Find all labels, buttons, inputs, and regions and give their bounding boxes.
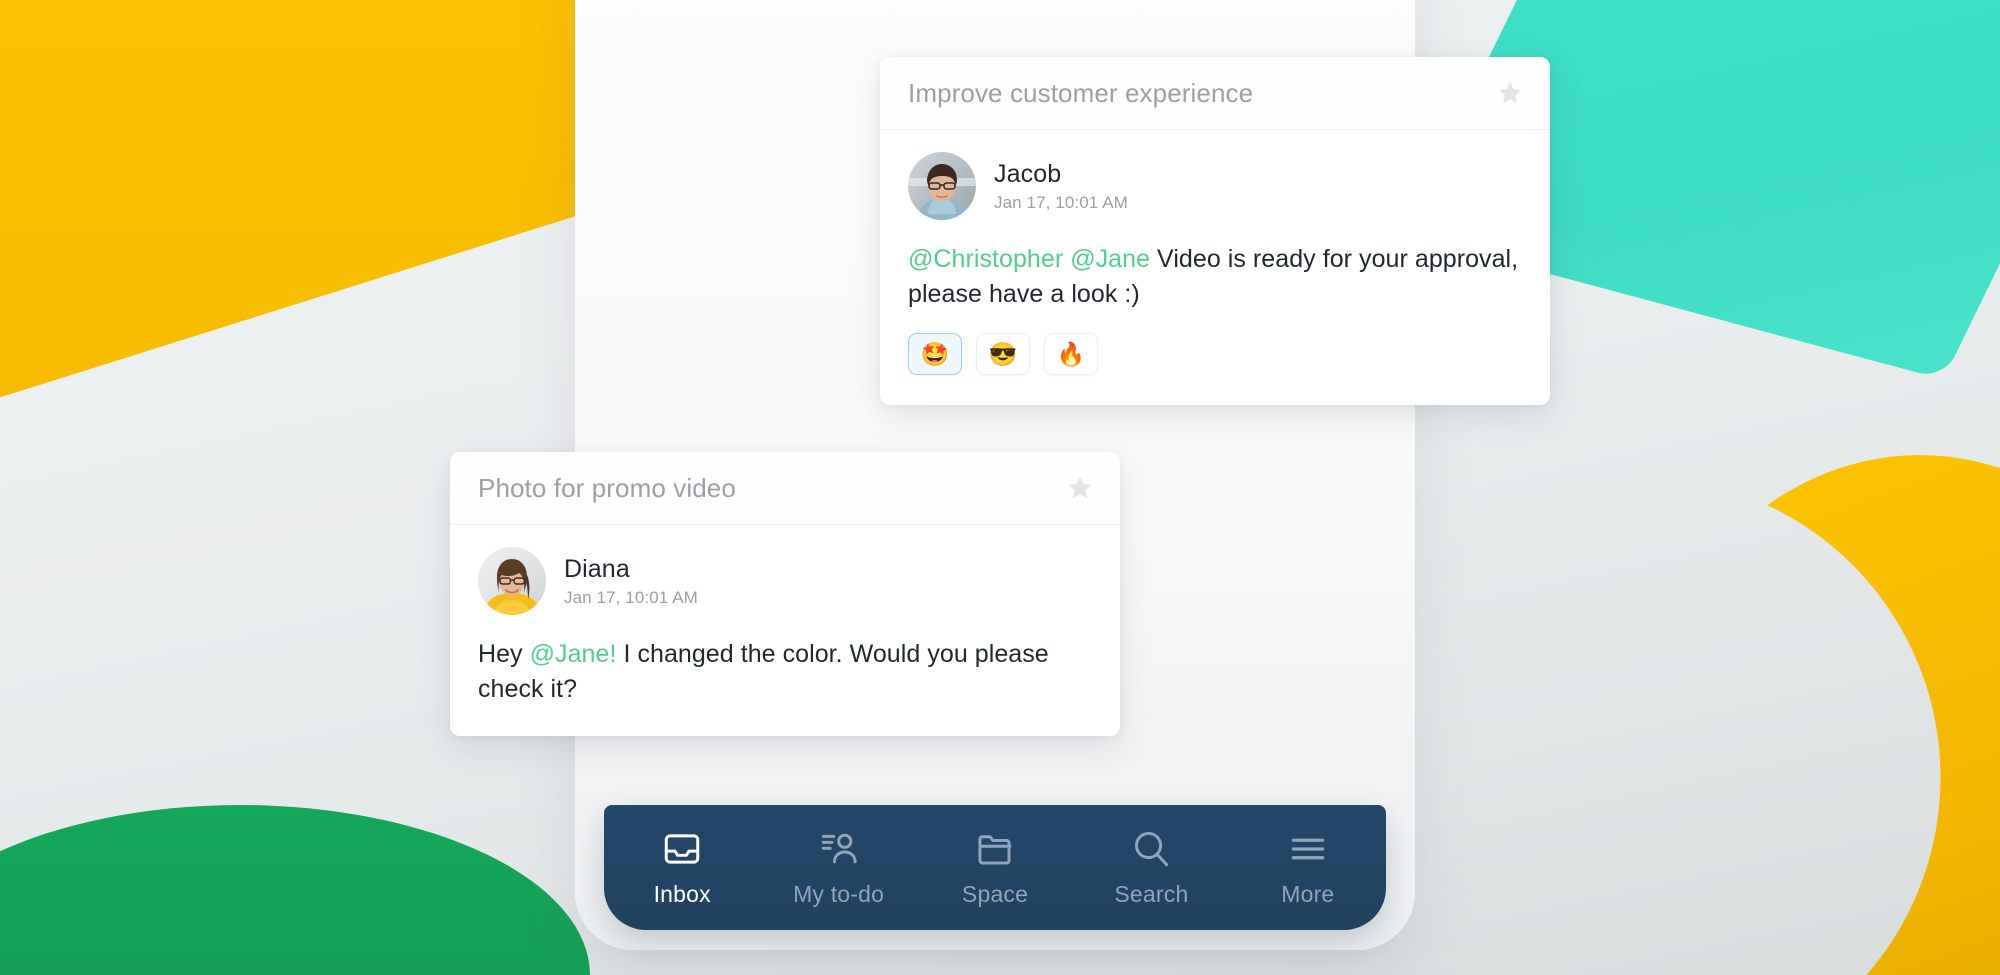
inbox-icon — [661, 828, 703, 870]
message-text: Hey @Jane! I changed the color. Would yo… — [478, 637, 1092, 706]
message-timestamp: Jan 17, 10:01 AM — [564, 587, 698, 607]
nav-label-my-to-do: My to-do — [793, 880, 885, 907]
hamburger-icon — [1287, 828, 1329, 870]
card-body: Jacob Jan 17, 10:01 AM @Christopher @Jan… — [880, 130, 1550, 405]
author-meta: Jacob Jan 17, 10:01 AM — [994, 160, 1128, 213]
avatar-diana — [478, 547, 546, 615]
message-author-row: Jacob Jan 17, 10:01 AM — [908, 152, 1522, 220]
nav-item-space[interactable]: Space — [917, 828, 1073, 908]
card-body: Diana Jan 17, 10:01 AM Hey @Jane! I chan… — [450, 525, 1120, 736]
card-title: Photo for promo video — [478, 472, 736, 503]
yellow-arc-shape — [1640, 455, 2000, 975]
mention-jane[interactable]: @Jane — [1070, 245, 1150, 273]
author-meta: Diana Jan 17, 10:01 AM — [564, 555, 698, 608]
folder-icon — [974, 828, 1016, 870]
green-dome-shape — [0, 805, 590, 975]
star-struck-reaction[interactable]: 🤩 — [908, 333, 962, 375]
bottom-navigation-bar: Inbox My to-do Space Search More — [604, 805, 1386, 930]
card-header: Improve customer experience — [880, 57, 1550, 130]
message-timestamp: Jan 17, 10:01 AM — [994, 192, 1128, 212]
card-header: Photo for promo video — [450, 452, 1120, 525]
star-icon[interactable] — [1496, 79, 1524, 107]
star-icon[interactable] — [1066, 474, 1094, 502]
message-card-photo-for-promo-video[interactable]: Photo for promo video Diana Jan 17, 10:0… — [450, 452, 1120, 736]
avatar-jacob — [908, 152, 976, 220]
sunglasses-reaction[interactable]: 😎 — [976, 333, 1030, 375]
yellow-wedge-shape — [0, 0, 600, 410]
nav-label-inbox: Inbox — [653, 880, 711, 907]
nav-item-inbox[interactable]: Inbox — [604, 828, 760, 908]
message-prefix: Hey — [478, 640, 530, 668]
author-name: Jacob — [994, 159, 1062, 188]
nav-item-search[interactable]: Search — [1073, 828, 1229, 908]
nav-label-search: Search — [1114, 880, 1189, 907]
message-card-improve-customer-experience[interactable]: Improve customer experience Jacob Jan 17… — [880, 57, 1550, 405]
reaction-bar: 🤩 😎 🔥 — [908, 333, 1522, 375]
search-icon — [1130, 828, 1172, 870]
mention-christopher[interactable]: @Christopher — [908, 245, 1063, 273]
mention-jane[interactable]: @Jane! — [530, 640, 617, 668]
fire-reaction[interactable]: 🔥 — [1044, 333, 1098, 375]
nav-item-my-to-do[interactable]: My to-do — [760, 828, 916, 908]
nav-label-space: Space — [961, 880, 1029, 907]
screenshot-stage: Improve customer experience Jacob Jan 17… — [0, 0, 2000, 975]
message-author-row: Diana Jan 17, 10:01 AM — [478, 547, 1092, 615]
nav-label-more: More — [1281, 880, 1335, 907]
nav-item-more[interactable]: More — [1230, 828, 1386, 908]
message-text: @Christopher @Jane Video is ready for yo… — [908, 242, 1522, 311]
card-title: Improve customer experience — [908, 77, 1254, 108]
author-name: Diana — [564, 554, 630, 583]
person-list-icon — [818, 828, 860, 870]
